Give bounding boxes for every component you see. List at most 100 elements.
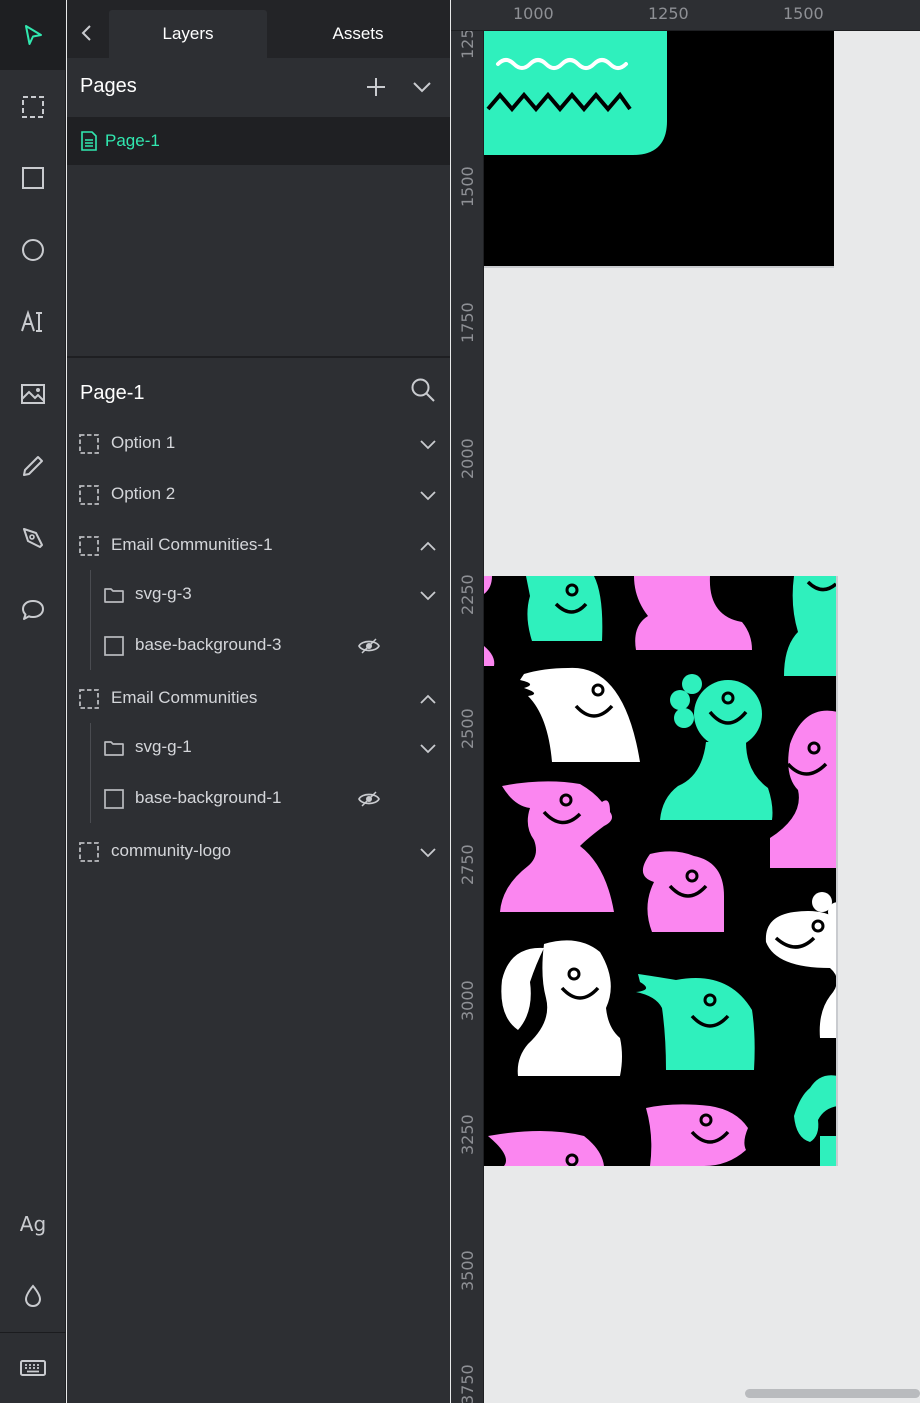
layers-panel: Layers Assets Pages Page-1 Page-1 Option… (67, 0, 450, 1403)
pen-icon (23, 528, 43, 548)
search-icon (411, 378, 435, 402)
pen-tool[interactable] (0, 503, 66, 573)
ruler-tick: 1000 (513, 4, 554, 23)
chevron-down-icon[interactable] (417, 737, 439, 759)
layer-row[interactable]: Option 2 (67, 470, 450, 520)
layer-row[interactable]: community-logo (67, 827, 450, 877)
rectangle-icon (104, 636, 124, 656)
chevron-down-icon (413, 82, 431, 93)
chevron-down-icon[interactable] (417, 841, 439, 863)
layer-label: Option 2 (111, 484, 176, 503)
ruler-tick: 3750 (458, 1364, 477, 1403)
page-icon (81, 131, 97, 151)
layer-label: base-background-1 (135, 788, 282, 807)
text-icon (21, 309, 42, 332)
artboard-icon (79, 689, 99, 709)
chevron-down-icon[interactable] (417, 433, 439, 455)
chevron-up-icon[interactable] (417, 535, 439, 557)
layer-row[interactable]: base-background-3 (67, 621, 450, 671)
tool-bar: Ag (0, 0, 66, 1403)
layer-label: Email Communities (111, 688, 258, 707)
folder-icon (104, 741, 124, 756)
page-item[interactable]: Page-1 (67, 117, 450, 165)
pages-header: Pages (67, 58, 450, 116)
artboard-preview[interactable] (484, 31, 834, 268)
panel-divider (67, 356, 450, 358)
ruler-tick: 2250 (458, 574, 477, 615)
chevron-down-icon[interactable] (417, 584, 439, 606)
ruler-tick: 2500 (458, 708, 477, 749)
panel-tabs: Layers Assets (67, 0, 450, 58)
keyboard-shortcuts-button[interactable] (0, 1333, 66, 1403)
community-pattern-artwork (484, 576, 838, 1166)
chevron-left-icon (81, 25, 91, 41)
layer-row[interactable]: Option 1 (67, 419, 450, 469)
collapse-pages-button[interactable] (409, 74, 435, 100)
keyboard-icon (20, 1360, 46, 1376)
tab-assets[interactable]: Assets (273, 10, 443, 58)
layer-label: Email Communities-1 (111, 535, 273, 554)
chevron-down-icon[interactable] (417, 484, 439, 506)
design-canvas[interactable]: 1000 1250 1500 1250 1500 1750 2000 2250 … (451, 0, 920, 1403)
ruler-tick: 1500 (783, 4, 824, 23)
layer-label: svg-g-1 (135, 737, 192, 756)
artboard-tool[interactable] (0, 72, 66, 142)
rectangle-icon (22, 167, 44, 189)
vertical-ruler: 1250 1500 1750 2000 2250 2500 2750 3000 … (451, 31, 484, 1403)
artboard-icon (22, 96, 44, 118)
layer-row[interactable]: Email Communities (67, 674, 450, 724)
text-tool[interactable] (0, 287, 66, 357)
layer-row[interactable]: svg-g-3 (67, 570, 450, 620)
ruler-tick: 3500 (458, 1250, 477, 1291)
folder-icon (104, 588, 124, 603)
artboard-icon (79, 842, 99, 862)
ruler-tick: 1750 (458, 302, 477, 343)
pages-title: Pages (80, 75, 137, 97)
typography-tool[interactable]: Ag (0, 1189, 66, 1259)
page-label: Page-1 (105, 131, 160, 150)
ruler-tick: 1250 (648, 4, 689, 23)
artboard-icon (79, 536, 99, 556)
layer-label: svg-g-3 (135, 584, 192, 603)
select-tool[interactable] (0, 0, 66, 70)
comment-icon (22, 600, 44, 620)
rectangle-icon (104, 789, 124, 809)
typography-label: Ag (19, 1212, 47, 1236)
layer-label: Option 1 (111, 433, 176, 452)
ruler-tick: 1250 (458, 31, 477, 59)
image-tool[interactable] (0, 359, 66, 429)
layer-row[interactable]: base-background-1 (67, 774, 450, 824)
color-tool[interactable] (0, 1261, 66, 1331)
chevron-up-icon[interactable] (417, 688, 439, 710)
ruler-tick: 3000 (458, 980, 477, 1021)
layer-row[interactable]: svg-g-1 (67, 723, 450, 773)
horizontal-scrollbar[interactable] (745, 1389, 920, 1398)
horizontal-ruler: 1000 1250 1500 (451, 0, 920, 31)
eye-icon[interactable] (357, 788, 381, 810)
rectangle-tool[interactable] (0, 143, 66, 213)
artboard-icon (79, 485, 99, 505)
tab-layers[interactable]: Layers (109, 10, 267, 58)
back-button[interactable] (67, 8, 107, 58)
layer-row[interactable]: Email Communities-1 (67, 521, 450, 571)
ruler-tick: 3250 (458, 1114, 477, 1155)
ellipse-tool[interactable] (0, 215, 66, 285)
image-icon (21, 384, 45, 404)
layer-label: community-logo (111, 841, 231, 860)
ruler-tick: 1500 (458, 166, 477, 207)
logo-artwork (484, 31, 834, 268)
color-drop-icon (24, 1284, 42, 1308)
eye-icon[interactable] (357, 635, 381, 657)
ellipse-icon (22, 239, 44, 261)
artboard-preview[interactable] (484, 576, 838, 1166)
layer-label: base-background-3 (135, 635, 282, 654)
artboard-icon (79, 434, 99, 454)
search-layers-button[interactable] (409, 376, 437, 404)
plus-icon (367, 78, 385, 96)
pencil-tool[interactable] (0, 431, 66, 501)
layers-title: Page-1 (80, 382, 145, 404)
ruler-tick: 2000 (458, 438, 477, 479)
add-page-button[interactable] (363, 74, 389, 100)
cursor-icon (25, 25, 42, 45)
comment-tool[interactable] (0, 575, 66, 645)
